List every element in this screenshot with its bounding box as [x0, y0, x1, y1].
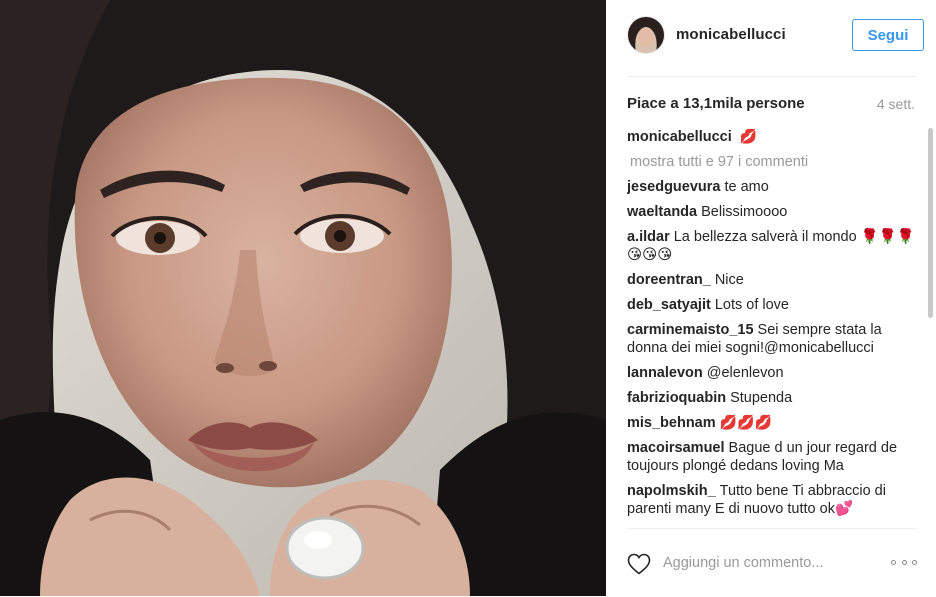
post-photo[interactable]: [0, 0, 606, 596]
comment-text: Lots of love: [714, 297, 789, 313]
comment-item: lannalevon @elenlevon: [627, 364, 917, 382]
dot: [891, 559, 896, 565]
comments-list: monicabellucci 💋 mostra tutti e 97 i com…: [627, 128, 917, 528]
comment-item: napolmskih_ Tutto bene Ti abbraccio di pa…: [627, 482, 917, 518]
comment-text: te amo: [724, 179, 769, 195]
comment-username[interactable]: jesedguevura: [627, 179, 721, 195]
avatar-image: [628, 17, 664, 53]
comment-username[interactable]: mis_behnam: [627, 415, 716, 431]
dot: [901, 559, 907, 565]
comment-item: fabrizioquabin Stupenda: [627, 389, 917, 407]
post-age[interactable]: 4 sett.: [877, 96, 915, 112]
comment-item: mis_behnam 💋💋💋: [627, 414, 917, 432]
caption-username[interactable]: monicabellucci: [627, 129, 732, 145]
comment-item: carminemaisto_15 Sei sempre stata la donn…: [627, 321, 917, 357]
follow-button[interactable]: Segui: [852, 19, 924, 51]
post-side-panel: monicabellucci Segui Piace a 13,1mila pe…: [606, 0, 936, 596]
comment-item: deb_satyajit Lots of love: [627, 296, 917, 314]
caption: monicabellucci 💋: [627, 128, 917, 146]
comment-username[interactable]: lannalevon: [627, 365, 703, 381]
comment-username[interactable]: waeltanda: [627, 204, 697, 220]
comment-username[interactable]: a.ildar: [627, 229, 670, 245]
dot: [912, 559, 917, 565]
comment-item: a.ildar La bellezza salverà il mondo 🌹🌹🌹😘…: [627, 228, 917, 264]
likes-count[interactable]: Piace a 13,1mila persone: [627, 95, 805, 112]
comment-item: jesedguevura te amo: [627, 178, 917, 196]
comment-username[interactable]: napolmskih_: [627, 483, 716, 499]
comment-item: doreentran_ Nice: [627, 271, 917, 289]
comment-text: Belissimoooo: [701, 204, 788, 220]
comment-text[interactable]: @elenlevon: [707, 365, 784, 381]
caption-text: 💋: [739, 129, 758, 145]
comment-username[interactable]: deb_satyajit: [627, 297, 711, 313]
comment-text: 💋💋💋: [719, 415, 772, 431]
comment-username[interactable]: macoirsamuel: [627, 440, 725, 456]
comment-item: macoirsamuel Bague d un jour regard de to…: [627, 439, 917, 475]
comment-text: Stupenda: [730, 390, 793, 406]
add-comment-input[interactable]: [663, 555, 883, 571]
avatar[interactable]: [627, 16, 665, 54]
comments-scrollbar[interactable]: [928, 128, 933, 318]
portrait-image: [0, 0, 606, 596]
comment-username[interactable]: doreentran_: [627, 272, 711, 288]
comment-username[interactable]: fabrizioquabin: [627, 390, 726, 406]
post-footer: [627, 528, 917, 597]
show-all-comments-link[interactable]: mostra tutti e 97 i commenti: [630, 153, 917, 171]
heart-outline-icon[interactable]: [627, 553, 651, 575]
comment-item: waeltanda Belissimoooo: [627, 203, 917, 221]
three-dots-icon[interactable]: [891, 555, 917, 569]
comment-text: Nice: [714, 272, 744, 288]
username[interactable]: monicabellucci: [676, 26, 786, 43]
comment-text: La bellezza salverà il mondo 🌹🌹🌹😘😘😘: [627, 229, 915, 263]
post-header: monicabellucci Segui: [627, 0, 924, 77]
comment-username[interactable]: carminemaisto_15: [627, 322, 754, 338]
